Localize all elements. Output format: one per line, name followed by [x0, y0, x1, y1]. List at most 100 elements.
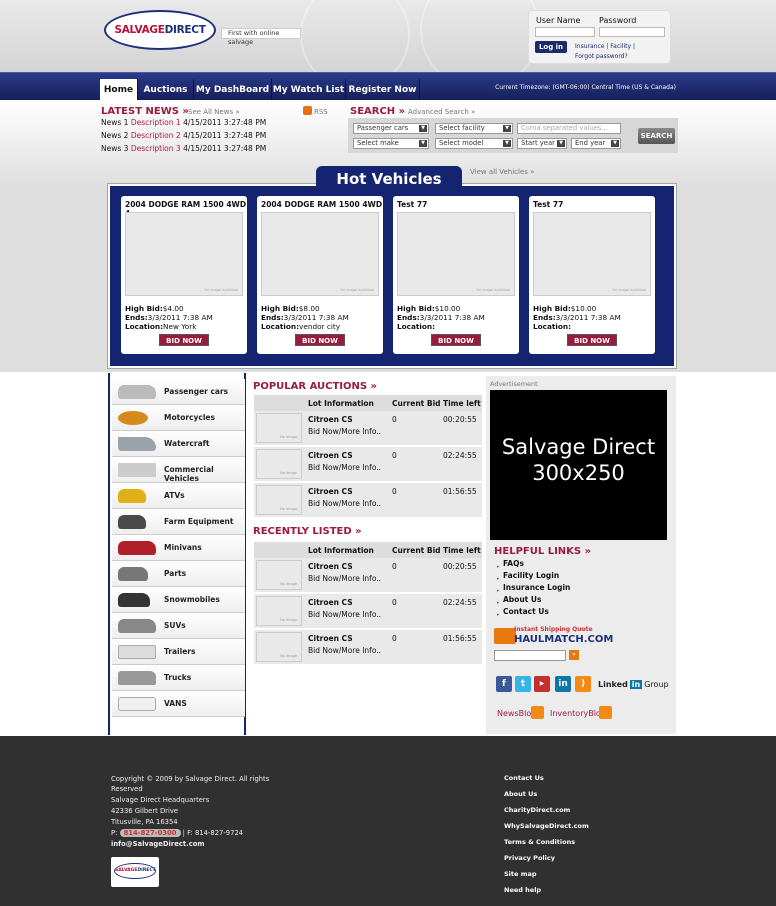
table-row[interactable]: No Image Citroen CS Bid Now/More Info.. …: [254, 483, 482, 517]
lot-image[interactable]: No Image: [256, 413, 302, 443]
table-row[interactable]: No Image Citroen CS Bid Now/More Info.. …: [254, 447, 482, 481]
phone-number[interactable]: 814-827-0300: [119, 829, 181, 837]
lot-image[interactable]: No Image: [256, 485, 302, 515]
category-snowmobiles[interactable]: Snowmobiles: [112, 587, 245, 613]
rss-icon[interactable]: [531, 706, 544, 719]
bid-now-link[interactable]: Bid Now/More Info..: [308, 574, 381, 583]
end-year-select[interactable]: End year ▼: [571, 138, 621, 149]
rss-icon[interactable]: [303, 106, 312, 115]
lot-image[interactable]: No Image: [256, 632, 302, 662]
keyword-input[interactable]: Coma separated values...: [517, 123, 621, 134]
tab-home[interactable]: Home: [100, 79, 138, 101]
forgot-password-link[interactable]: Forgot password?: [575, 53, 628, 60]
category-suvs[interactable]: SUVs: [112, 613, 245, 639]
haulmatch-logo[interactable]: HAULMATCH.COM: [514, 634, 613, 645]
table-row[interactable]: No Image Citroen CS Bid Now/More Info.. …: [254, 630, 482, 664]
vehicle-card[interactable]: 2004 DODGE RAM 1500 4WD No image availab…: [257, 196, 383, 354]
category-select[interactable]: Passenger cars ▼: [353, 123, 429, 134]
category-trucks[interactable]: Trucks: [112, 665, 245, 691]
link-faqs[interactable]: FAQs: [503, 559, 524, 568]
link-contact-us[interactable]: Contact Us: [503, 607, 549, 616]
bid-now-button[interactable]: BID NOW: [431, 334, 481, 346]
news-link[interactable]: Description 1: [131, 118, 181, 127]
tab-auctions[interactable]: Auctions: [138, 79, 194, 101]
category-commercial-vehicles[interactable]: Commercial Vehicles: [112, 457, 245, 483]
linkedin-group-link[interactable]: Linked in Group: [598, 680, 669, 689]
bid-now-button[interactable]: BID NOW: [159, 334, 209, 346]
twitter-icon[interactable]: t: [515, 676, 531, 692]
bid-now-link[interactable]: Bid Now/More Info..: [308, 427, 381, 436]
start-year-select[interactable]: Start year ▼: [517, 138, 567, 149]
vehicle-image[interactable]: No image available: [125, 212, 243, 296]
category-parts[interactable]: Parts: [112, 561, 245, 587]
tab-watch-list[interactable]: My Watch List: [272, 79, 346, 101]
bid-now-link[interactable]: Bid Now/More Info..: [308, 499, 381, 508]
bid-now-link[interactable]: Bid Now/More Info..: [308, 610, 381, 619]
see-all-news-link[interactable]: See All News »: [188, 108, 240, 116]
rss-icon[interactable]: ): [575, 676, 591, 692]
footer-link-why[interactable]: WhySalvageDirect.com: [504, 822, 589, 830]
lot-image[interactable]: No Image: [256, 596, 302, 626]
advanced-search-link[interactable]: Advanced Search »: [408, 108, 475, 116]
vehicle-image[interactable]: No image available: [261, 212, 379, 296]
category-motorcycles[interactable]: Motorcycles: [112, 405, 245, 431]
footer-link-charity[interactable]: CharityDirect.com: [504, 806, 570, 814]
bid-now-link[interactable]: Bid Now/More Info..: [308, 463, 381, 472]
footer-link-help[interactable]: Need help: [504, 886, 541, 894]
footer-link-sitemap[interactable]: Site map: [504, 870, 537, 878]
password-input[interactable]: [599, 27, 665, 37]
bid-now-button[interactable]: BID NOW: [295, 334, 345, 346]
tab-register[interactable]: Register Now: [346, 79, 420, 101]
lot-image[interactable]: No Image: [256, 449, 302, 479]
advertisement-banner[interactable]: Salvage Direct 300x250: [490, 390, 667, 540]
footer-logo[interactable]: SALVAGEDIRECT: [111, 857, 159, 887]
category-minivans[interactable]: Minivans: [112, 535, 245, 561]
footer-link-privacy[interactable]: Privacy Policy: [504, 854, 555, 862]
vehicle-card[interactable]: Test 77 No image available High Bid:$10.…: [393, 196, 519, 354]
news-link[interactable]: Description 3: [131, 144, 181, 153]
linkedin-icon[interactable]: in: [555, 676, 571, 692]
username-input[interactable]: [535, 27, 595, 37]
category-passenger-cars[interactable]: Passenger cars: [112, 379, 245, 405]
footer-link-terms[interactable]: Terms & Conditions: [504, 838, 575, 846]
haulmatch-go-button[interactable]: »: [569, 650, 579, 660]
make-select[interactable]: Select make ▼: [353, 138, 429, 149]
lot-image[interactable]: No Image: [256, 560, 302, 590]
category-farm-equipment[interactable]: Farm Equipment: [112, 509, 245, 535]
bid-now-button[interactable]: BID NOW: [567, 334, 617, 346]
bid-now-link[interactable]: Bid Now/More Info..: [308, 646, 381, 655]
vehicle-card[interactable]: 2004 DODGE RAM 1500 4WD 4 No image avail…: [121, 196, 247, 354]
category-atvs[interactable]: ATVs: [112, 483, 245, 509]
link-facility-login[interactable]: Facility Login: [503, 571, 559, 580]
table-row[interactable]: No Image Citroen CS Bid Now/More Info.. …: [254, 594, 482, 628]
vehicle-image[interactable]: No image available: [533, 212, 651, 296]
haulmatch-input[interactable]: [494, 650, 566, 661]
tab-dashboard[interactable]: My DashBoard: [194, 79, 272, 101]
footer-link-contact[interactable]: Contact Us: [504, 774, 544, 782]
login-button[interactable]: Log in: [535, 41, 567, 53]
facebook-icon[interactable]: f: [496, 676, 512, 692]
table-row[interactable]: No Image Citroen CS Bid Now/More Info.. …: [254, 411, 482, 445]
category-vans[interactable]: VANS: [112, 691, 245, 717]
news-link[interactable]: Description 2: [131, 131, 181, 140]
vehicle-title[interactable]: Test 77: [397, 200, 427, 209]
category-trailers[interactable]: Trailers: [112, 639, 245, 665]
insurance-facility-links[interactable]: Insurance | Facility |: [575, 43, 635, 50]
view-all-vehicles-link[interactable]: View all Vehicles »: [470, 168, 534, 176]
vehicle-title[interactable]: 2004 DODGE RAM 1500 4WD: [261, 200, 382, 209]
category-watercraft[interactable]: Watercraft: [112, 431, 245, 457]
facility-select[interactable]: Select facility ▼: [435, 123, 513, 134]
rss-link[interactable]: RSS: [314, 108, 328, 116]
inventoryblog-link[interactable]: InventoryBlog: [550, 709, 606, 718]
footer-email[interactable]: info@SalvageDirect.com: [111, 839, 204, 850]
link-about-us[interactable]: About Us: [503, 595, 541, 604]
vehicle-image[interactable]: No image available: [397, 212, 515, 296]
vehicle-title[interactable]: Test 77: [533, 200, 563, 209]
footer-link-about[interactable]: About Us: [504, 790, 537, 798]
link-insurance-login[interactable]: Insurance Login: [503, 583, 570, 592]
model-select[interactable]: Select model ▼: [435, 138, 513, 149]
site-logo[interactable]: SALVAGE DIRECT: [104, 10, 216, 50]
youtube-icon[interactable]: ▶: [534, 676, 550, 692]
rss-icon[interactable]: [599, 706, 612, 719]
search-button[interactable]: SEARCH: [638, 128, 675, 144]
